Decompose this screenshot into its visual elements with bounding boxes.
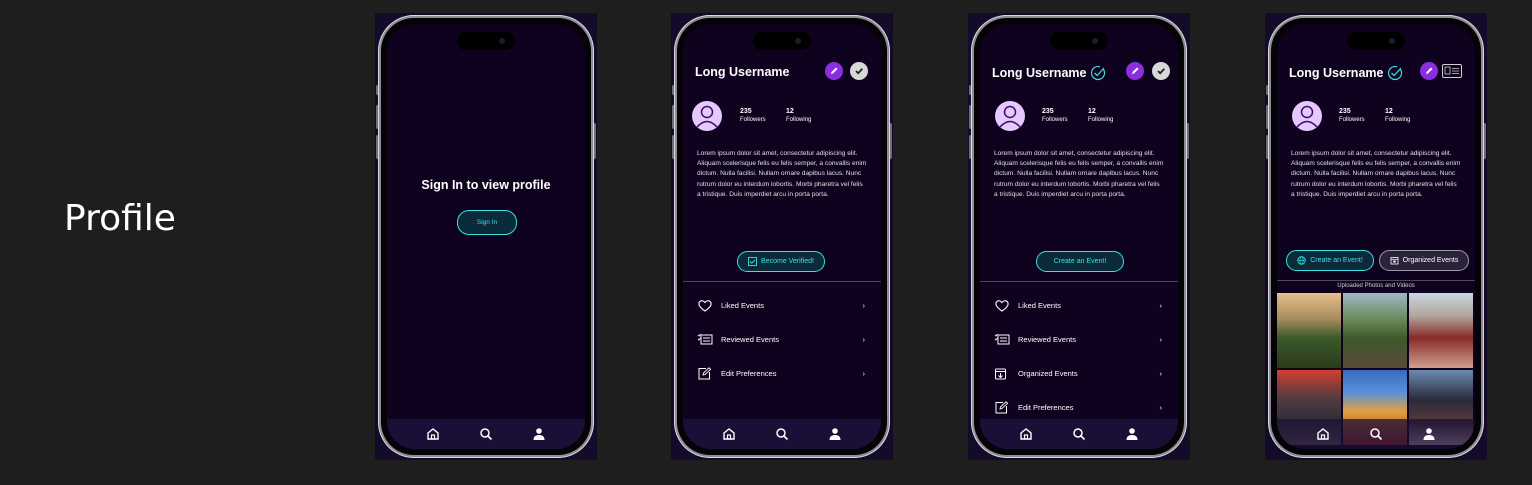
person-icon[interactable] [530, 425, 548, 443]
menu-item-edit-preferences[interactable]: Edit Preferences › [994, 400, 1162, 414]
id-card-icon[interactable] [1442, 64, 1462, 78]
phone-body: Sign In to view profile Sign In [378, 15, 594, 458]
verified-icon [1091, 65, 1106, 81]
globe-icon [1297, 256, 1306, 265]
home-icon[interactable] [424, 425, 442, 443]
chevron-right-icon: › [1159, 368, 1163, 378]
signin-title: Sign In to view profile [421, 178, 551, 192]
phone-body: Long Username 235 Followers 12 Following L… [971, 15, 1187, 458]
tab-bar [387, 419, 585, 449]
following-stat[interactable]: 12 Following [1088, 108, 1113, 123]
chevron-right-icon: › [862, 334, 866, 344]
heart-icon [994, 298, 1012, 312]
search-icon[interactable] [477, 425, 495, 443]
photos-title: Uploaded Photos and Videos [1337, 283, 1415, 289]
divider [980, 281, 1178, 282]
pencil-icon[interactable] [1420, 62, 1438, 80]
sign-in-button[interactable]: Sign In [457, 210, 517, 235]
photo-thumbnail[interactable] [1277, 293, 1341, 368]
review-icon [994, 332, 1012, 346]
person-icon[interactable] [1420, 425, 1438, 443]
check-icon[interactable] [1152, 62, 1170, 80]
divider [1277, 280, 1475, 281]
screen: Sign In to view profile Sign In [387, 24, 585, 449]
tab-bar [1277, 419, 1475, 449]
pencil-icon[interactable] [1126, 62, 1144, 80]
verified-check-icon [748, 257, 757, 266]
organized-events-button[interactable]: Organized Events [1379, 250, 1469, 271]
dynamic-island [753, 32, 811, 50]
verified-icon [1388, 65, 1403, 81]
phone-frame-profile-verified: Long Username 235 Followers 12 Following L… [968, 13, 1190, 460]
followers-stat[interactable]: 235 Followers [1042, 108, 1068, 123]
home-icon[interactable] [1017, 425, 1035, 443]
phone-frame-profile-organizer: Long Username 235 Followers 12 Following L… [1265, 13, 1487, 460]
followers-stat[interactable]: 235 Followers [1339, 108, 1365, 123]
menu-item-reviewed-events[interactable]: Reviewed Events › [697, 332, 865, 346]
check-icon[interactable] [850, 62, 868, 80]
search-icon[interactable] [773, 425, 791, 443]
calendar-add-icon [994, 366, 1012, 380]
dynamic-island [1347, 32, 1405, 50]
username: Long Username [1289, 65, 1403, 81]
chevron-right-icon: › [1159, 334, 1163, 344]
search-icon[interactable] [1367, 425, 1385, 443]
bio-text: Lorem ipsum dolor sit amet, consectetur … [994, 150, 1164, 198]
home-icon[interactable] [1314, 425, 1332, 443]
person-icon[interactable] [826, 425, 844, 443]
menu-item-liked-events[interactable]: Liked Events › [994, 298, 1162, 312]
menu-item-reviewed-events[interactable]: Reviewed Events › [994, 332, 1162, 346]
avatar[interactable] [692, 101, 722, 131]
screen: Long Username 235 Followers 12 Following L… [683, 24, 881, 449]
phone-frame-sign-in: Sign In to view profile Sign In [375, 13, 597, 460]
bio-text: Lorem ipsum dolor sit amet, consectetur … [697, 150, 867, 198]
avatar[interactable] [995, 101, 1025, 131]
edit-icon [994, 400, 1012, 414]
menu-item-organized-events[interactable]: Organized Events › [994, 366, 1162, 380]
menu-item-liked-events[interactable]: Liked Events › [697, 298, 865, 312]
photo-thumbnail[interactable] [1409, 293, 1473, 368]
avatar[interactable] [1292, 101, 1322, 131]
calendar-icon [1390, 257, 1399, 265]
dynamic-island [457, 32, 515, 50]
following-stat[interactable]: 12 Following [1385, 108, 1410, 123]
chevron-right-icon: › [1159, 402, 1163, 412]
followers-stat[interactable]: 235 Followers [740, 108, 766, 123]
photo-thumbnail[interactable] [1343, 293, 1407, 368]
divider [683, 281, 881, 282]
pencil-icon[interactable] [825, 62, 843, 80]
tab-bar [980, 419, 1178, 449]
chevron-right-icon: › [1159, 300, 1163, 310]
screen: Long Username 235 Followers 12 Following L… [980, 24, 1178, 449]
dynamic-island [1050, 32, 1108, 50]
screen: Long Username 235 Followers 12 Following L… [1277, 24, 1475, 449]
phone-body: Long Username 235 Followers 12 Following L… [1268, 15, 1484, 458]
phone-body: Long Username 235 Followers 12 Following L… [674, 15, 890, 458]
chevron-right-icon: › [862, 300, 866, 310]
username: Long Username [992, 65, 1106, 81]
become-verified-button[interactable]: Become Verified! [737, 251, 825, 272]
following-stat[interactable]: 12 Following [786, 108, 811, 123]
username: Long Username [695, 65, 790, 79]
create-event-button[interactable]: Create an Event! [1286, 250, 1374, 271]
home-icon[interactable] [720, 425, 738, 443]
edit-icon [697, 366, 715, 380]
search-icon[interactable] [1070, 425, 1088, 443]
bio-text: Lorem ipsum dolor sit amet, consectetur … [1291, 150, 1461, 198]
tab-bar [683, 419, 881, 449]
phone-frame-profile-unverified: Long Username 235 Followers 12 Following L… [671, 13, 893, 460]
person-icon[interactable] [1123, 425, 1141, 443]
chevron-right-icon: › [862, 368, 866, 378]
review-icon [697, 332, 715, 346]
section-title: Profile [64, 198, 176, 239]
menu-item-edit-preferences[interactable]: Edit Preferences › [697, 366, 865, 380]
create-event-button[interactable]: Create an Event! [1036, 251, 1124, 272]
heart-icon [697, 298, 715, 312]
